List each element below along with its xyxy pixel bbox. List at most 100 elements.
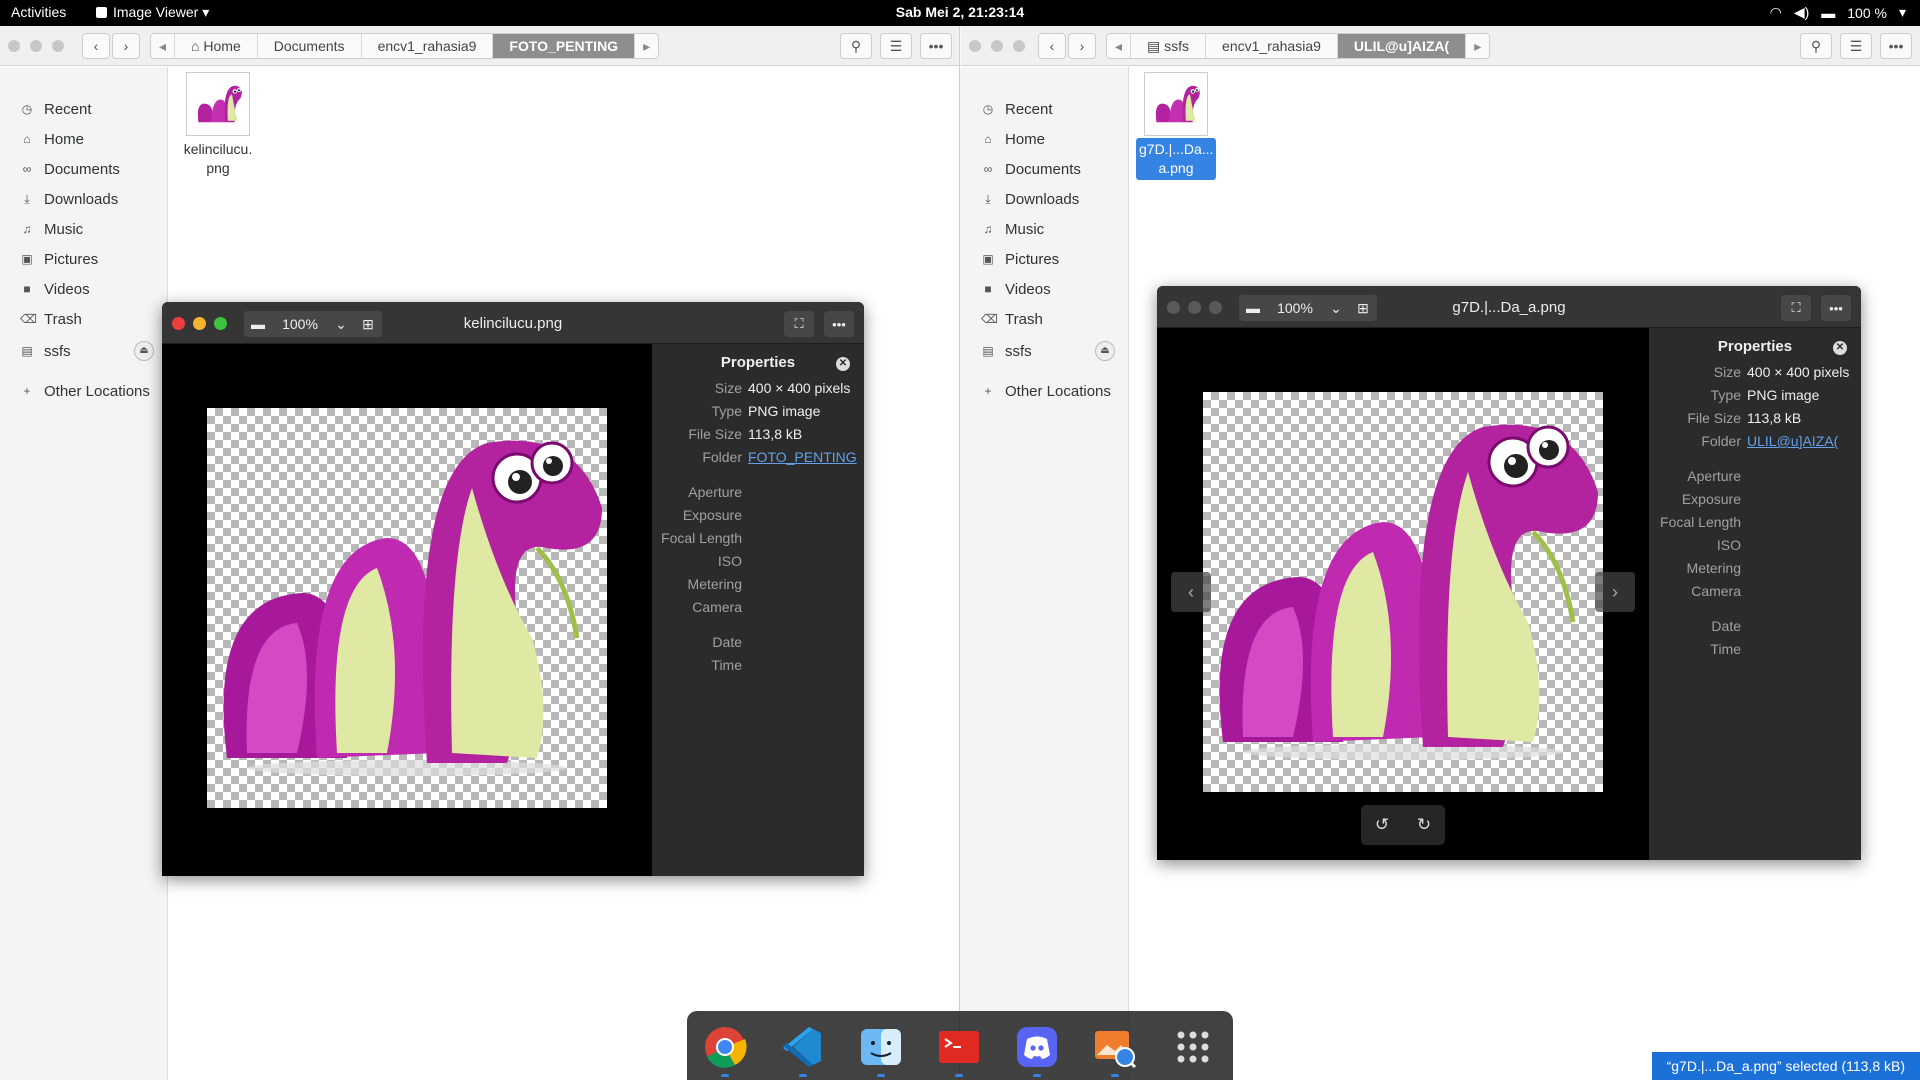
prop-label: Exposure	[1681, 491, 1741, 507]
sidebar-item-recent[interactable]: ◷ Recent	[961, 95, 1129, 123]
prop-iso: ISO	[1649, 537, 1861, 557]
image-canvas[interactable]	[1203, 392, 1603, 792]
fullscreen-icon: ⛶	[794, 316, 804, 331]
menu-button[interactable]: •••	[920, 33, 952, 59]
dock-vscode[interactable]	[779, 1023, 827, 1077]
prop-label: File Size	[1687, 410, 1741, 426]
breadcrumb-foto-penting[interactable]: FOTO_PENTING	[493, 34, 636, 58]
eject-icon[interactable]: ⏏	[134, 341, 154, 361]
sidebar-item-home[interactable]: ⌂ Home	[961, 125, 1129, 153]
close-button[interactable]	[969, 40, 981, 52]
sidebar-item-music[interactable]: ♫ Music	[961, 215, 1129, 243]
sidebar-item-other-locations[interactable]: + Other Locations	[961, 377, 1129, 405]
minimize-button[interactable]	[30, 40, 42, 52]
sidebar-item-label: Documents	[44, 160, 120, 178]
file-item[interactable]: g7D.|...Da... a.png	[1136, 72, 1216, 180]
sidebar-item-ssfs[interactable]: ▤ ssfs ⏏	[961, 337, 1129, 365]
sidebar-item-music[interactable]: ♫ Music	[0, 215, 168, 243]
sidebar-item-other-locations[interactable]: + Other Locations	[0, 377, 168, 405]
music-icon: ♫	[983, 222, 993, 236]
close-icon[interactable]: ✕	[1833, 341, 1847, 355]
properties-heading: Properties	[1717, 338, 1793, 355]
vscode-icon	[783, 1027, 821, 1067]
dock-terminal[interactable]	[935, 1023, 983, 1077]
image-canvas[interactable]	[207, 408, 607, 808]
back-button[interactable]: ‹	[1038, 33, 1066, 59]
search-button[interactable]: ⚲	[1800, 33, 1832, 59]
dock-discord[interactable]	[1013, 1023, 1061, 1077]
discord-icon	[1017, 1027, 1057, 1067]
previous-image-button[interactable]: ‹	[1171, 572, 1211, 612]
prop-value: 113,8 kB	[1747, 410, 1802, 426]
sidebar-item-label: Pictures	[44, 250, 99, 268]
eject-icon[interactable]: ⏏	[1095, 341, 1115, 361]
breadcrumb-ssfs[interactable]: ▤ ssfs	[1131, 34, 1207, 58]
back-button[interactable]: ‹	[82, 33, 110, 59]
viewer-menu-button[interactable]: •••	[1821, 295, 1851, 321]
sidebar-item-label: ssfs	[1005, 342, 1032, 360]
path-scroll-right[interactable]: ▸	[1466, 34, 1489, 58]
search-button[interactable]: ⚲	[840, 33, 872, 59]
breadcrumb-documents[interactable]: Documents	[258, 34, 362, 58]
sidebar-item-videos[interactable]: ■ Videos	[0, 275, 168, 303]
fullscreen-button[interactable]: ⛶	[1781, 295, 1811, 321]
fullscreen-button[interactable]: ⛶	[784, 311, 814, 337]
clock[interactable]: Sab Mei 2, 21:23:14	[0, 4, 1920, 20]
breadcrumb-encv1[interactable]: encv1_rahasia9	[1206, 34, 1338, 58]
sidebar-item-pictures[interactable]: ▣ Pictures	[961, 245, 1129, 273]
dock-show-apps[interactable]	[1169, 1023, 1217, 1071]
path-scroll-right[interactable]: ▸	[635, 34, 658, 58]
running-indicator	[1033, 1074, 1041, 1077]
sidebar-item-trash[interactable]: ⌫ Trash	[0, 305, 168, 333]
path-scroll-left[interactable]: ◂	[151, 34, 176, 58]
sidebar: ◷ Recent ⌂ Home ∞ Documents ⤓ Downloads ♫ Mus…	[0, 67, 168, 1080]
files-headerbar: ‹ › ◂ ⌂ Home Documents encv1_rahasia9 FO…	[0, 26, 959, 66]
snake-image	[223, 440, 602, 776]
maximize-button[interactable]	[52, 40, 64, 52]
system-status-area[interactable]: ◠ ◀) ▬ 100 % ▾	[1770, 4, 1906, 21]
sidebar-item-recent[interactable]: ◷ Recent	[0, 95, 168, 123]
forward-button[interactable]: ›	[112, 33, 140, 59]
close-icon[interactable]: ✕	[836, 357, 850, 371]
snake-thumbnail-icon	[197, 85, 242, 123]
dock-chrome[interactable]	[701, 1023, 749, 1077]
rotate-right-icon[interactable]: ↻	[1417, 815, 1431, 835]
folder-link[interactable]: FOTO_PENTING	[748, 449, 857, 465]
breadcrumb-home[interactable]: ⌂ Home	[175, 34, 258, 58]
sidebar-item-downloads[interactable]: ⤓ Downloads	[0, 185, 168, 213]
home-icon: ⌂	[191, 38, 200, 54]
sidebar-item-trash[interactable]: ⌫ Trash	[961, 305, 1129, 333]
sidebar-item-downloads[interactable]: ⤓ Downloads	[961, 185, 1129, 213]
dock-files[interactable]	[857, 1023, 905, 1077]
sidebar-item-label: Other Locations	[44, 382, 150, 400]
dock-image-viewer[interactable]	[1091, 1023, 1139, 1077]
sidebar-item-pictures[interactable]: ▣ Pictures	[0, 245, 168, 273]
running-indicator	[877, 1074, 885, 1077]
sidebar-item-documents[interactable]: ∞ Documents	[961, 155, 1129, 183]
menu-button[interactable]: •••	[1880, 33, 1912, 59]
viewer-menu-button[interactable]: •••	[824, 311, 854, 337]
sidebar-item-ssfs[interactable]: ▤ ssfs ⏏	[0, 337, 168, 365]
sidebar-item-documents[interactable]: ∞ Documents	[0, 155, 168, 183]
path-scroll-left[interactable]: ◂	[1107, 34, 1132, 58]
forward-button[interactable]: ›	[1068, 33, 1096, 59]
maximize-button[interactable]	[1013, 40, 1025, 52]
view-toggle-button[interactable]: ☰	[1840, 33, 1872, 59]
folder-link[interactable]: ULIL@u]AIZA(	[1747, 433, 1838, 449]
breadcrumb-ulil[interactable]: ULIL@u]AIZA(	[1337, 34, 1467, 58]
breadcrumb-encv1[interactable]: encv1_rahasia9	[362, 34, 494, 58]
view-toggle-button[interactable]: ☰	[880, 33, 912, 59]
minimize-button[interactable]	[991, 40, 1003, 52]
next-image-button[interactable]: ›	[1595, 572, 1635, 612]
close-button[interactable]	[8, 40, 20, 52]
sidebar-item-videos[interactable]: ■ Videos	[961, 275, 1129, 303]
sidebar-item-home[interactable]: ⌂ Home	[0, 125, 168, 153]
rotate-left-icon[interactable]: ↺	[1375, 815, 1389, 835]
sidebar-item-label: Other Locations	[1005, 382, 1111, 400]
clock-icon: ◷	[21, 102, 33, 116]
prop-exposure: Exposure	[652, 507, 864, 527]
prop-filesize: File Size 113,8 kB	[1649, 410, 1861, 430]
file-item[interactable]: kelincilucu. png	[178, 72, 258, 180]
prop-camera: Camera	[652, 599, 864, 619]
trash-icon: ⌫	[981, 312, 998, 326]
